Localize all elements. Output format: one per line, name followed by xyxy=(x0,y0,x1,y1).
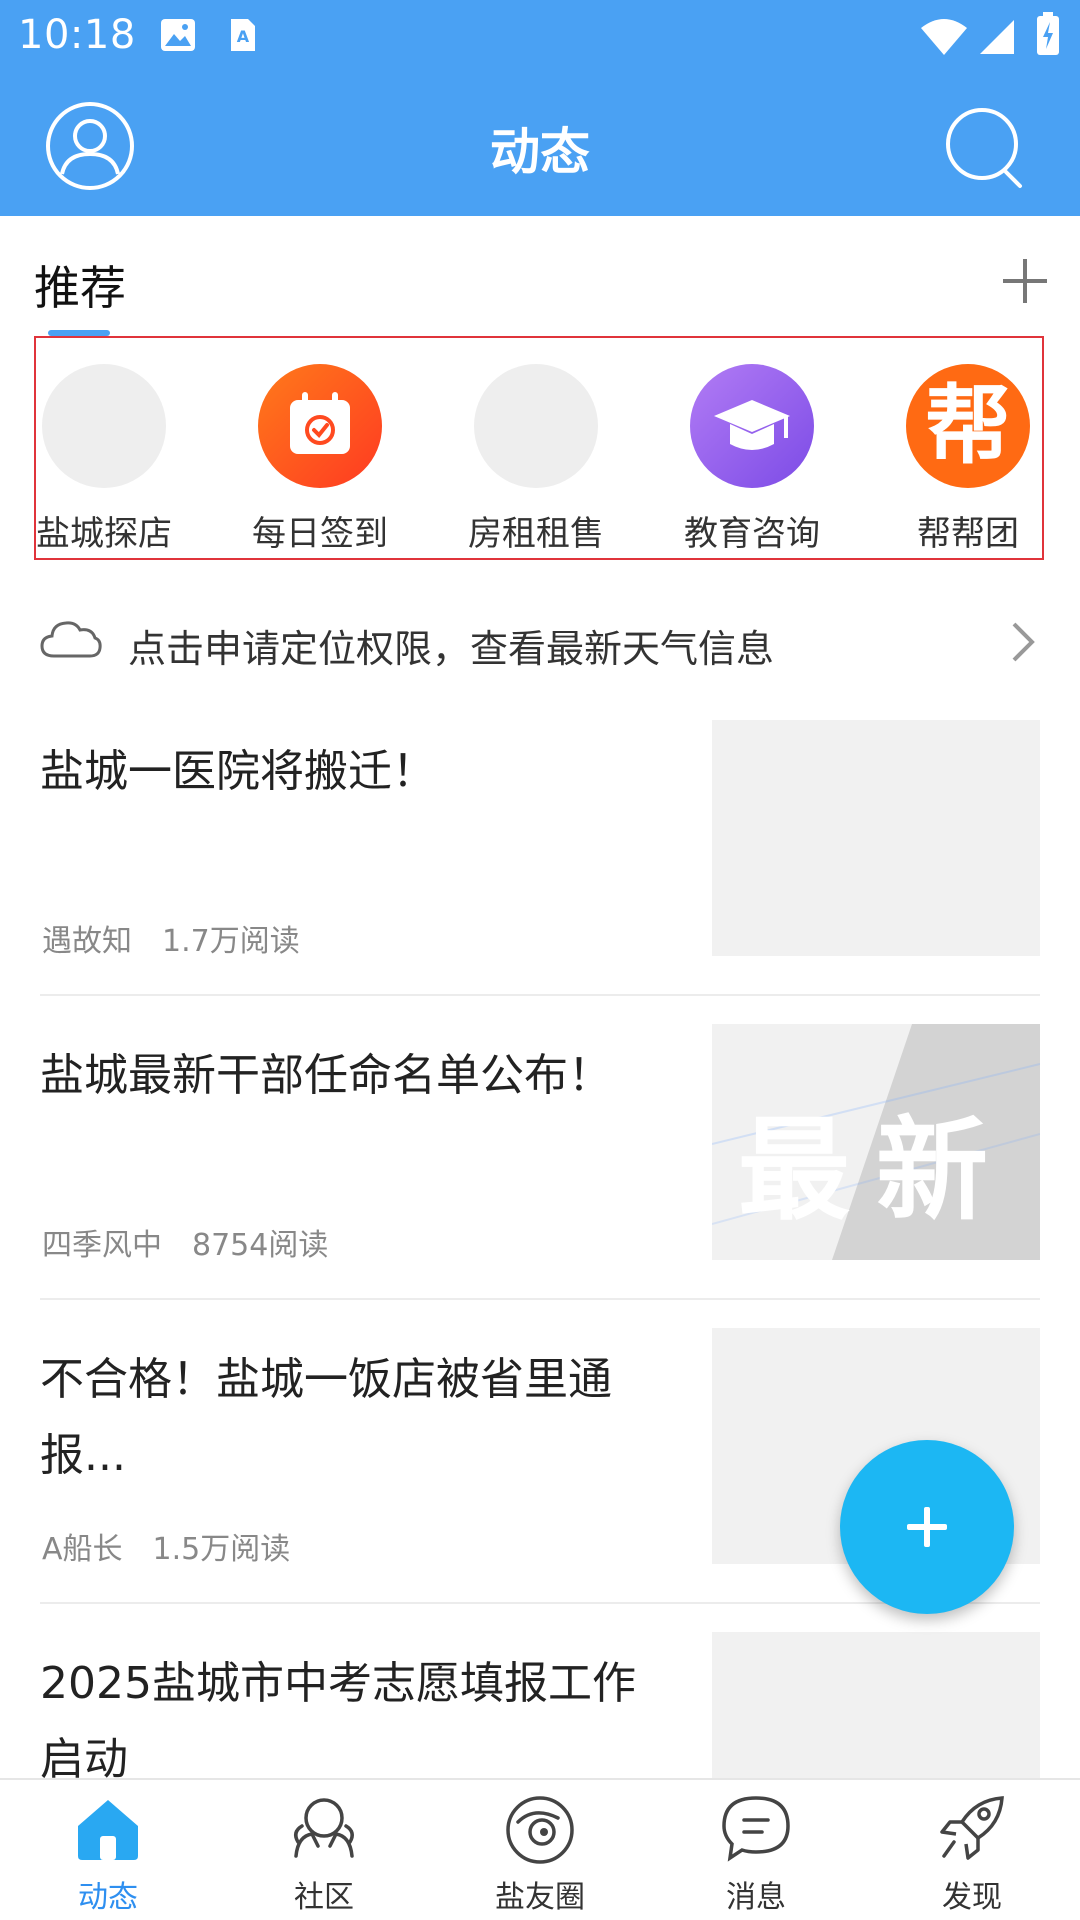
nav-label: 盐友圈 xyxy=(495,1880,585,1915)
shortcut-label: 帮帮团 xyxy=(917,514,1019,554)
nav-yanyouquan[interactable]: 盐友圈 xyxy=(432,1780,648,1920)
shortcut-placeholder-icon xyxy=(474,364,598,488)
shortcut-label: 每日签到 xyxy=(252,514,388,554)
cloud-icon xyxy=(40,621,102,658)
signal-icon xyxy=(980,20,1014,54)
shortcut-bangbangtuan[interactable]: 帮 帮帮团 xyxy=(868,364,1068,554)
nav-label: 消息 xyxy=(726,1880,786,1915)
screen: 10:18 A 动态 推荐 盐城探店 每日签到 房租租售 教育咨询 帮 帮帮团 … xyxy=(0,0,1080,1920)
news-thumbnail: 最新 xyxy=(712,1024,1040,1260)
shortcut-label: 盐城探店 xyxy=(36,514,172,554)
shortcut-label: 房租租售 xyxy=(468,514,604,554)
shortcut-label: 教育咨询 xyxy=(684,514,820,554)
calendar-check-icon xyxy=(258,364,382,488)
status-bar: 10:18 A xyxy=(0,0,1080,72)
news-thumbnail-placeholder xyxy=(712,720,1040,956)
gallery-notification-icon xyxy=(161,19,195,51)
weather-text: 点击申请定位权限，查看最新天气信息 xyxy=(128,627,775,671)
nav-label: 发现 xyxy=(942,1880,1002,1915)
news-reads: 8754阅读 xyxy=(192,1228,329,1263)
shortcut-rent-sale[interactable]: 房租租售 xyxy=(436,364,636,554)
thumbnail-text: 最新 xyxy=(738,1106,1014,1236)
news-title: 2025盐城市中考志愿填报工作启动 xyxy=(40,1658,636,1785)
shortcut-yancheng-tandian[interactable]: 盐城探店 xyxy=(4,364,204,554)
news-author: 遇故知 xyxy=(42,924,132,959)
text-notification-icon: A xyxy=(231,19,255,51)
search-button[interactable] xyxy=(944,104,1028,194)
search-icon xyxy=(946,108,1022,188)
nav-dynamic[interactable]: 动态 xyxy=(0,1780,216,1920)
home-icon xyxy=(78,1800,138,1860)
svg-text:A: A xyxy=(237,27,250,46)
nav-label: 动态 xyxy=(78,1880,138,1915)
status-time: 10:18 xyxy=(18,12,136,58)
news-author: 四季风中 xyxy=(42,1228,162,1263)
plus-icon xyxy=(1003,259,1047,303)
add-channel-button[interactable] xyxy=(1000,256,1050,306)
nav-messages[interactable]: 消息 xyxy=(648,1780,864,1920)
battery-icon xyxy=(1037,12,1059,55)
news-item[interactable]: 盐城一医院将搬迁！ 遇故知 1.7万阅读 xyxy=(40,720,1040,1022)
create-post-button[interactable] xyxy=(840,1440,1014,1614)
tab-row: 推荐 xyxy=(0,216,1080,336)
weather-permission-banner[interactable]: 点击申请定位权限，查看最新天气信息 xyxy=(0,592,1080,692)
tab-recommend[interactable]: 推荐 xyxy=(34,252,126,318)
news-title: 盐城一医院将搬迁！ xyxy=(40,746,436,797)
app-bar: 动态 xyxy=(0,72,1080,216)
news-title: 不合格！盐城一饭店被省里通报... xyxy=(40,1354,612,1481)
news-title: 盐城最新干部任命名单公布！ xyxy=(40,1050,612,1101)
news-meta: 遇故知 1.7万阅读 xyxy=(42,916,300,960)
bang-icon: 帮 xyxy=(906,364,1030,488)
shortcut-daily-checkin[interactable]: 每日签到 xyxy=(220,364,420,554)
community-icon xyxy=(294,1798,354,1858)
wifi-icon xyxy=(921,19,967,55)
divider xyxy=(40,1298,1040,1300)
planet-icon xyxy=(506,1796,574,1864)
bottom-nav: 动态 社区 盐友圈 消息 发现 xyxy=(0,1778,1080,1920)
shortcut-education[interactable]: 教育咨询 xyxy=(652,364,852,554)
divider xyxy=(40,994,1040,996)
graduation-cap-icon xyxy=(690,364,814,488)
news-reads: 1.5万阅读 xyxy=(152,1532,291,1567)
news-item[interactable]: 盐城最新干部任命名单公布！ 四季风中 8754阅读 最新 xyxy=(40,1024,1040,1326)
nav-discover[interactable]: 发现 xyxy=(864,1780,1080,1920)
nav-label: 社区 xyxy=(294,1880,354,1915)
news-reads: 1.7万阅读 xyxy=(162,924,300,959)
news-meta: A船长 1.5万阅读 xyxy=(42,1524,290,1568)
message-icon xyxy=(722,1796,790,1862)
news-meta: 四季风中 8754阅读 xyxy=(42,1220,328,1264)
chevron-right-icon xyxy=(1012,622,1035,662)
page-title: 动态 xyxy=(490,123,590,181)
news-author: A船长 xyxy=(42,1532,123,1567)
rocket-icon xyxy=(940,1796,1004,1860)
nav-community[interactable]: 社区 xyxy=(216,1780,432,1920)
shortcut-placeholder-icon xyxy=(42,364,166,488)
recommend-shortcuts: 盐城探店 每日签到 房租租售 教育咨询 帮 帮帮团 xyxy=(34,336,1044,560)
